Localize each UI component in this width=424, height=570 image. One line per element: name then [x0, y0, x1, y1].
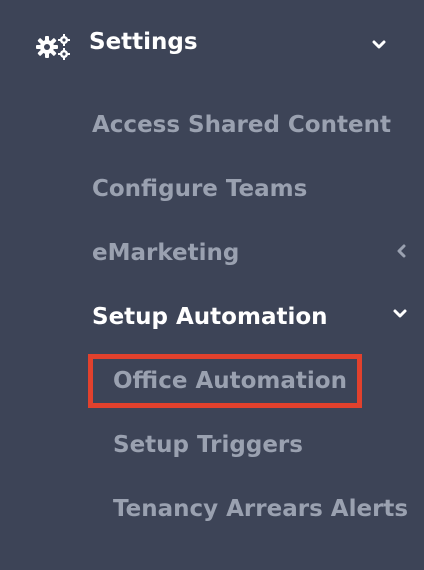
- settings-section-header[interactable]: Settings: [0, 15, 424, 77]
- sub-item-office-automation[interactable]: Office Automation: [113, 361, 347, 401]
- settings-sidebar: Settings Access Shared Content Configure…: [0, 0, 424, 570]
- gears-icon: [36, 34, 70, 60]
- chevron-down-icon[interactable]: [371, 37, 387, 53]
- sub-item-setup-triggers[interactable]: Setup Triggers: [113, 425, 303, 465]
- menu-item-access-shared-content[interactable]: Access Shared Content: [92, 105, 391, 145]
- settings-header-label: Settings: [89, 29, 198, 55]
- menu-item-emarketing[interactable]: eMarketing: [92, 233, 239, 273]
- chevron-left-icon[interactable]: [394, 243, 410, 259]
- menu-item-configure-teams[interactable]: Configure Teams: [92, 169, 307, 209]
- sub-item-tenancy-arrears-alerts[interactable]: Tenancy Arrears Alerts: [113, 489, 408, 529]
- chevron-down-icon[interactable]: [392, 306, 408, 322]
- menu-item-setup-automation[interactable]: Setup Automation: [92, 297, 328, 337]
